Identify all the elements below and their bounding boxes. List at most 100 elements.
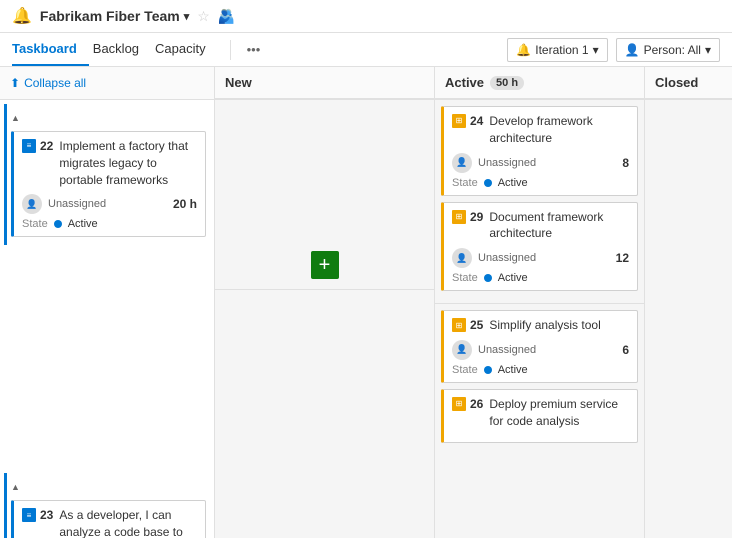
wi-card-26[interactable]: ⊞ 26 Deploy premium service for code ana…: [441, 389, 638, 443]
state-value-22: Active: [68, 218, 98, 230]
wi-state-row-24: State Active: [452, 177, 629, 189]
wi-effort-29: 12: [616, 251, 629, 265]
wi-state-row-22: State Active: [22, 218, 197, 230]
team-chevron-icon: ▾: [184, 10, 190, 23]
col-active-label: Active: [445, 75, 484, 90]
wi-card-29[interactable]: ⊞ 29 Document framework architecture 👤 U…: [441, 202, 638, 292]
team-name[interactable]: Fabrikam Fiber Team ▾: [40, 8, 189, 24]
board-body: ▲ ≡ 22 Implement a factory that migrates…: [0, 100, 732, 538]
wi-type-icon-26: ⊞: [452, 397, 466, 411]
wi-state-row-25: State Active: [452, 364, 629, 376]
wi-card-23-title-row: ≡ 23 As a developer, I can analyze a cod…: [22, 507, 197, 538]
add-person-icon[interactable]: 🫂: [218, 8, 235, 25]
wi-assignee-24: Unassigned: [478, 157, 616, 169]
state-label-static-25: State: [452, 364, 478, 376]
active-group2-area: ⊞ 25 Simplify analysis tool 👤 Unassigned…: [435, 304, 644, 454]
sprint-column: ▲ ≡ 22 Implement a factory that migrates…: [0, 100, 215, 538]
wi-card-24-title-row: ⊞ 24 Develop framework architecture: [452, 113, 629, 147]
wi-effort-22: 20 h: [173, 197, 197, 211]
state-dot-24: [484, 179, 492, 187]
wi-card-24[interactable]: ⊞ 24 Develop framework architecture 👤 Un…: [441, 106, 638, 196]
wi-card-22-title-row: ≡ 22 Implement a factory that migrates l…: [22, 138, 197, 188]
sprint-group-2: ▲ ≡ 23 As a developer, I can analyze a c…: [4, 473, 210, 538]
avatar-24: 👤: [452, 153, 472, 173]
wi-card-25-meta: 👤 Unassigned 6: [452, 340, 629, 360]
new-col-group1-area: +: [215, 100, 434, 290]
wi-card-22-meta: 👤 Unassigned 20 h: [22, 194, 197, 214]
team-icon: 🔔: [12, 6, 32, 26]
wi-id-23: 23: [40, 507, 53, 524]
state-dot-29: [484, 274, 492, 282]
wi-card-25[interactable]: ⊞ 25 Simplify analysis tool 👤 Unassigned…: [441, 310, 638, 383]
wi-card-22[interactable]: ≡ 22 Implement a factory that migrates l…: [11, 131, 206, 237]
wi-assignee-22: Unassigned: [48, 198, 167, 210]
nav-separator: [230, 40, 231, 60]
wi-title-26: Deploy premium service for code analysis: [489, 396, 629, 430]
add-card-button-new[interactable]: +: [311, 251, 339, 279]
wi-id-22: 22: [40, 138, 53, 155]
wi-type-icon-25: ⊞: [452, 318, 466, 332]
sprint-group-1: ▲ ≡ 22 Implement a factory that migrates…: [4, 104, 210, 245]
wi-title-22: Implement a factory that migrates legacy…: [59, 138, 197, 188]
wi-card-25-title-row: ⊞ 25 Simplify analysis tool: [452, 317, 629, 334]
active-group1-area: ⊞ 24 Develop framework architecture 👤 Un…: [435, 100, 644, 304]
wi-effort-25: 6: [622, 343, 629, 357]
sprint-col-header: ⬆ Collapse all: [0, 67, 215, 99]
wi-title-25: Simplify analysis tool: [489, 317, 600, 334]
wi-state-row-29: State Active: [452, 272, 629, 284]
group-spacer-1: [0, 249, 214, 469]
person-filter-icon: 👤: [625, 43, 640, 57]
board-header-row: ⬆ Collapse all New Active 50 h Closed: [0, 67, 732, 100]
avatar-22: 👤: [22, 194, 42, 214]
wi-id-29: 29: [470, 209, 483, 226]
iteration-picker[interactable]: 🔔 Iteration 1 ▾: [507, 38, 607, 62]
wi-card-23[interactable]: ≡ 23 As a developer, I can analyze a cod…: [11, 500, 206, 538]
col-closed-label: Closed: [655, 75, 698, 90]
state-label-static-24: State: [452, 177, 478, 189]
new-col-group2-area: [215, 290, 434, 538]
top-bar: 🔔 Fabrikam Fiber Team ▾ ☆ 🫂: [0, 0, 732, 33]
favorite-icon[interactable]: ☆: [197, 8, 210, 25]
state-label-static-22: State: [22, 218, 48, 230]
avatar-29: 👤: [452, 248, 472, 268]
wi-id-26: 26: [470, 396, 483, 413]
wi-type-icon-23: ≡: [22, 508, 36, 522]
sprint-group-1-collapse-icon[interactable]: ▲: [11, 113, 20, 123]
nav-taskboard[interactable]: Taskboard: [12, 33, 89, 66]
team-name-label: Fabrikam Fiber Team: [40, 8, 180, 24]
collapse-all-icon: ⬆: [10, 76, 20, 90]
state-value-24: Active: [498, 177, 528, 189]
state-dot-22: [54, 220, 62, 228]
person-filter-label: Person: All: [644, 43, 701, 57]
state-value-29: Active: [498, 272, 528, 284]
collapse-all-button[interactable]: ⬆ Collapse all: [10, 76, 86, 90]
sprint-group-2-collapse-icon[interactable]: ▲: [11, 482, 20, 492]
wi-type-icon-24: ⊞: [452, 114, 466, 128]
avatar-25: 👤: [452, 340, 472, 360]
wi-title-29: Document framework architecture: [489, 209, 629, 243]
person-filter-chevron-icon: ▾: [705, 43, 711, 57]
wi-card-24-meta: 👤 Unassigned 8: [452, 153, 629, 173]
col-header-new: New: [215, 67, 435, 99]
wi-card-29-meta: 👤 Unassigned 12: [452, 248, 629, 268]
wi-type-icon-22: ≡: [22, 139, 36, 153]
state-dot-25: [484, 366, 492, 374]
active-effort-badge: 50 h: [490, 76, 524, 90]
closed-column: [645, 100, 732, 538]
sprint-group-1-header: ▲: [7, 108, 210, 127]
wi-effort-24: 8: [622, 156, 629, 170]
wi-id-25: 25: [470, 317, 483, 334]
nav-capacity[interactable]: Capacity: [155, 33, 218, 66]
nav-right: 🔔 Iteration 1 ▾ 👤 Person: All ▾: [507, 38, 720, 62]
iteration-chevron-icon: ▾: [593, 43, 599, 57]
person-filter[interactable]: 👤 Person: All ▾: [616, 38, 720, 62]
iteration-icon: 🔔: [516, 43, 531, 57]
wi-card-29-title-row: ⊞ 29 Document framework architecture: [452, 209, 629, 243]
wi-card-26-title-row: ⊞ 26 Deploy premium service for code ana…: [452, 396, 629, 430]
wi-type-icon-29: ⊞: [452, 210, 466, 224]
nav-backlog[interactable]: Backlog: [93, 33, 151, 66]
nav-more-button[interactable]: •••: [239, 34, 269, 65]
col-header-closed: Closed: [645, 67, 732, 99]
new-column: +: [215, 100, 435, 538]
wi-assignee-29: Unassigned: [478, 252, 610, 264]
